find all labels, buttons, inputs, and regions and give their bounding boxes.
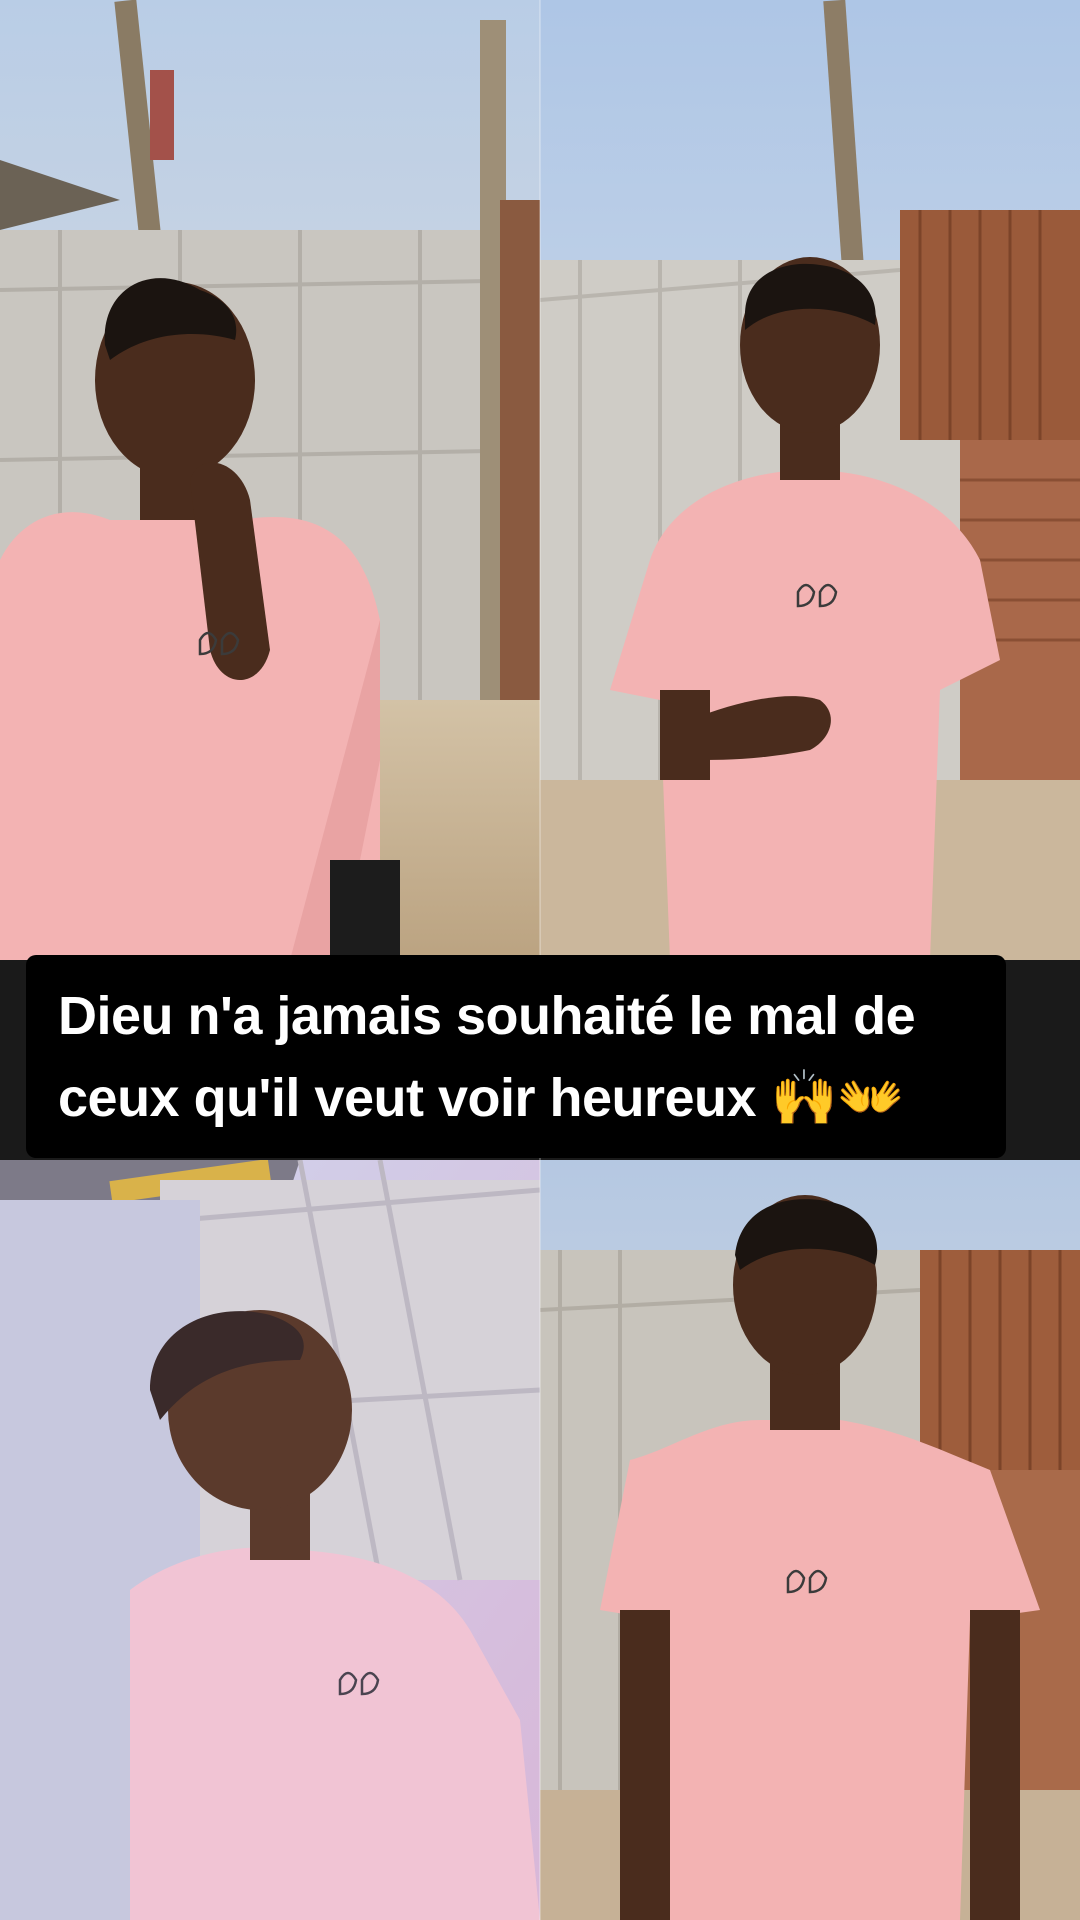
- photo-bottom-right: [540, 1160, 1080, 1920]
- photo-top-left: [0, 0, 540, 960]
- photo-bottom-left: [0, 1160, 540, 1920]
- caption-line-1: Dieu n'a jamais souhaité le mal de: [58, 985, 916, 1046]
- photo-top-right: [540, 0, 1080, 960]
- caption-box: Dieu n'a jamais souhaité le mal de ceux …: [26, 955, 1006, 1158]
- caption-line-2: ceux qu'il veut voir heureux 🙌👐: [58, 1067, 905, 1128]
